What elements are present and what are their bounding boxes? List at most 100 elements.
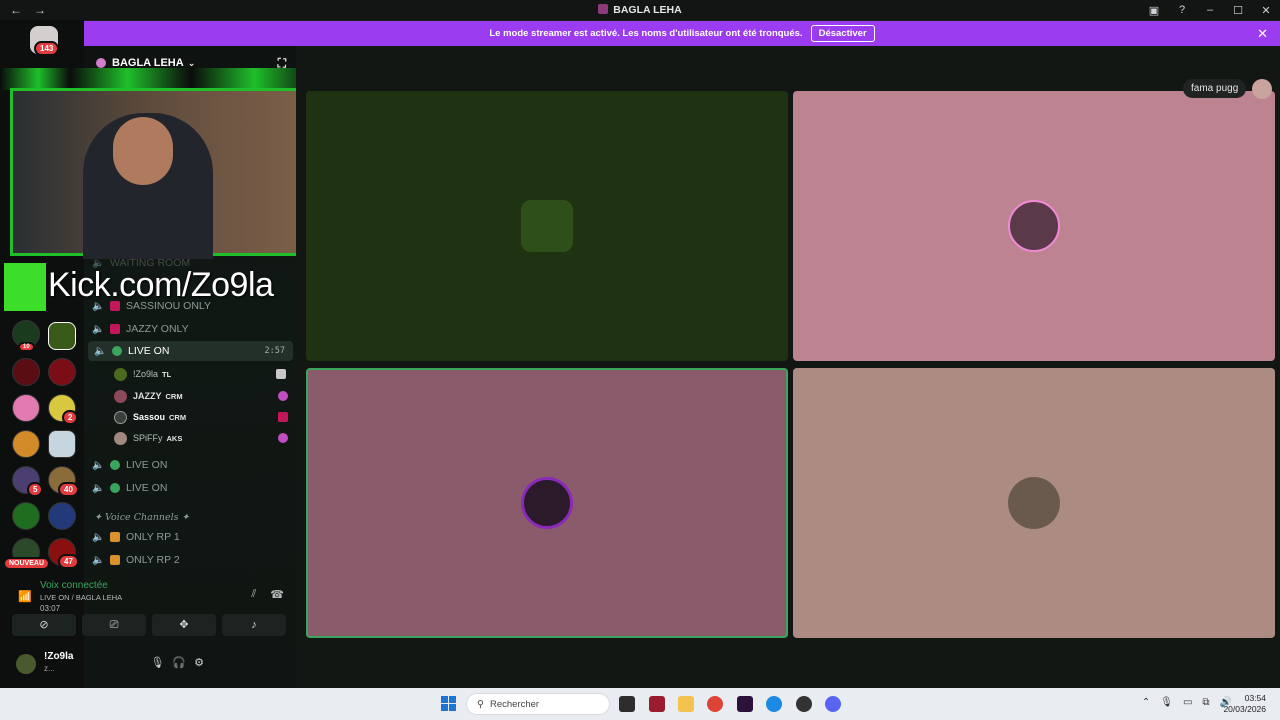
clock-date: 20/03/2026 <box>1223 704 1266 714</box>
disconnect-icon[interactable]: ☎ <box>270 588 284 601</box>
lock-icon <box>110 532 120 542</box>
activities-button[interactable]: ✥ <box>152 614 216 636</box>
member-row[interactable]: JAZZY CRM <box>114 387 290 405</box>
streamer-mode-banner: Le mode streamer est activé. Les noms d'… <box>84 21 1280 46</box>
participant-tile-4[interactable] <box>793 368 1275 638</box>
floating-avatar[interactable] <box>1252 79 1272 99</box>
app-icon-a[interactable] <box>649 696 665 712</box>
server-icon-5[interactable] <box>12 430 40 458</box>
server-icon <box>598 4 609 14</box>
chrome-icon[interactable] <box>707 696 723 712</box>
chevron-down-icon: ⌄ <box>187 57 196 68</box>
participant-tile-2[interactable] <box>793 91 1275 361</box>
member-row[interactable]: Sassou CRM <box>114 408 290 426</box>
taskbar-search[interactable]: ⚲ Rechercher <box>466 693 610 715</box>
clock[interactable]: 03:54 20/03/2026 <box>1223 693 1266 715</box>
lock-icon <box>110 555 120 565</box>
app-icon-m[interactable] <box>737 696 753 712</box>
minimize-button[interactable]: – <box>1196 4 1224 16</box>
voice-status[interactable]: Voix connectée <box>40 580 108 591</box>
settings-gear-icon[interactable]: ⚙ <box>194 656 204 669</box>
task-view-icon[interactable] <box>619 696 635 712</box>
server-icon-6[interactable] <box>48 430 76 458</box>
new-badge: NOUVEAU <box>3 557 51 570</box>
disable-streamer-button[interactable]: Désactiver <box>810 25 875 42</box>
server-icon-zo9la[interactable] <box>48 322 76 350</box>
window-title: BAGLA LEHA <box>0 4 1280 16</box>
signal-icon[interactable]: 📶 <box>18 590 32 603</box>
zo9la-logo <box>521 200 573 252</box>
participant-avatar <box>521 477 573 529</box>
member-name: SPiFFy <box>133 433 163 443</box>
webcam-overlay <box>10 88 306 259</box>
member-name: JAZZY <box>133 391 162 401</box>
display-icon[interactable]: ▭ <box>1183 697 1192 708</box>
channel-live-on-2[interactable]: 🔈 LIVE ON <box>92 455 292 475</box>
channel-live-on-3[interactable]: 🔈 LIVE ON <box>92 478 292 498</box>
camera-off-button[interactable]: ⊘ <box>12 614 76 636</box>
microphone-tray-icon[interactable]: 🎙 <box>1160 697 1173 708</box>
category-voice-channels[interactable]: ✦ Voice Channels ✦ <box>94 512 190 523</box>
channel-timer: 2:57 <box>264 346 285 356</box>
server-icon-2[interactable] <box>12 358 40 386</box>
help-icon[interactable]: ? <box>1168 4 1196 16</box>
member-row[interactable]: SPiFFy AKS <box>114 429 290 447</box>
unread-badge: 143 <box>34 41 60 56</box>
server-icon-ymc[interactable] <box>48 358 76 386</box>
overlay-frame <box>0 68 318 90</box>
server-icon-9[interactable] <box>12 502 40 530</box>
system-tray: ⌃ 🎙 ▭ ⧉ 🔊 <box>1142 697 1232 708</box>
clock-time: 03:54 <box>1244 693 1266 703</box>
channel-live-on-active[interactable]: 🔈 LIVE ON 2:57 <box>88 341 293 361</box>
headphones-icon[interactable]: 🎧 <box>172 656 186 669</box>
title-bar: ← → BAGLA LEHA ▣ ? – ☐ ✕ <box>0 0 1280 20</box>
noise-suppression-icon[interactable]: ⫽ <box>251 588 256 601</box>
soundboard-button[interactable]: ♪ <box>222 614 286 636</box>
server-icon-3[interactable] <box>12 394 40 422</box>
server-avatar <box>96 58 106 68</box>
green-circle-icon <box>110 483 120 493</box>
server-icon-10[interactable] <box>48 502 76 530</box>
heart-icon <box>278 412 288 422</box>
user-avatar[interactable] <box>16 654 36 674</box>
screen-share-button[interactable]: ⎚ <box>82 614 146 636</box>
app-icon-obs[interactable] <box>796 696 812 712</box>
maximize-button[interactable]: ☐ <box>1224 4 1252 17</box>
file-explorer-icon[interactable] <box>678 696 694 712</box>
channel-jazzy[interactable]: 🔈 JAZZY ONLY <box>92 319 292 339</box>
windows-taskbar: ⚲ Rechercher ⌃ 🎙 ▭ ⧉ 🔊 03:54 20/03/2026 <box>0 688 1280 720</box>
voice-stage <box>296 46 1280 688</box>
channel-label: LIVE ON <box>126 482 168 494</box>
close-banner-icon[interactable]: ✕ <box>1257 26 1268 42</box>
screen-share-icon[interactable]: ▣ <box>1140 4 1168 17</box>
user-status: z... <box>44 664 55 673</box>
voice-panel: 📶 Voix connectée LIVE ON / BAGLA LEHA 03… <box>0 576 296 686</box>
headset-icon <box>278 391 288 401</box>
user-name[interactable]: !Zo9la <box>44 651 73 662</box>
member-name: !Zo9la <box>133 369 159 379</box>
member-tag: TL <box>162 369 172 379</box>
floating-username[interactable]: fama pugg <box>1183 79 1247 98</box>
network-icon[interactable]: ⧉ <box>1202 697 1209 708</box>
edge-icon[interactable] <box>766 696 782 712</box>
kick-overlay-text: Kick.com/Zo9la <box>48 266 274 304</box>
search-icon: ⚲ <box>477 698 484 710</box>
channel-only-rp-1[interactable]: 🔈 ONLY RP 1 <box>92 527 292 547</box>
server-badge-1: 10 <box>18 342 35 352</box>
windows-start-icon[interactable] <box>441 696 456 711</box>
channel-only-rp-2[interactable]: 🔈 ONLY RP 2 <box>92 550 292 570</box>
discord-icon[interactable] <box>825 696 841 712</box>
member-row[interactable]: !Zo9la TL <box>114 365 290 383</box>
banner-message: Le mode streamer est activé. Les noms d'… <box>489 28 803 39</box>
participant-avatar <box>1008 477 1060 529</box>
close-window-button[interactable]: ✕ <box>1252 4 1280 17</box>
participant-tile-zo9la[interactable] <box>306 91 788 361</box>
member-tag: CRM <box>165 391 183 401</box>
chevron-up-icon[interactable]: ⌃ <box>1142 697 1150 708</box>
channel-label: LIVE ON <box>128 345 170 357</box>
voice-channel-path[interactable]: LIVE ON / BAGLA LEHA <box>40 593 122 602</box>
participant-tile-3-speaking[interactable] <box>306 368 788 638</box>
kick-logo <box>4 263 46 311</box>
headset-icon <box>278 433 288 443</box>
microphone-icon[interactable]: 🎙 <box>150 656 164 669</box>
